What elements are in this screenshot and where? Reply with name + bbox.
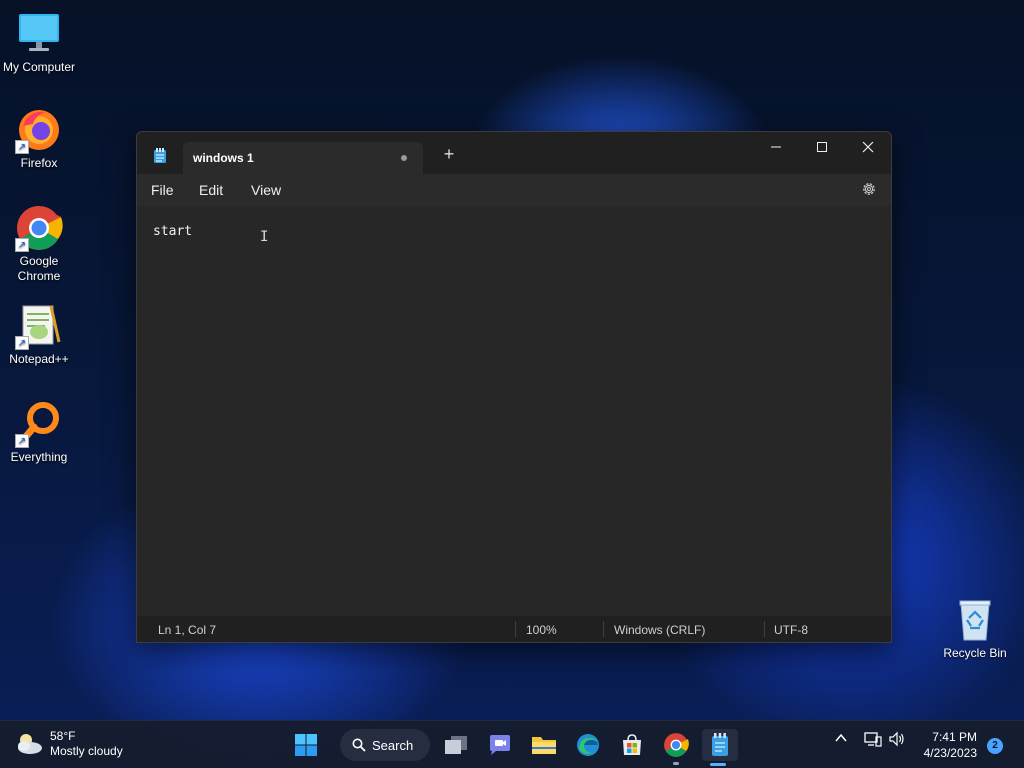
weather-temperature: 58°F (50, 729, 76, 743)
status-divider (515, 621, 516, 637)
clock[interactable]: 7:41 PM 4/23/2023 (924, 729, 977, 761)
windows-logo-icon (295, 734, 317, 756)
network-icon (864, 732, 882, 747)
notepad-window[interactable]: windows 1 + File Edit View start I Ln 1,… (136, 131, 892, 643)
desktop-icon-recycle-bin[interactable]: Recycle Bin (936, 596, 1014, 661)
notepad-plus-plus-icon: ↗ (15, 302, 63, 350)
text-editor-area[interactable]: start I (137, 206, 891, 618)
edge-icon (577, 734, 599, 756)
menu-edit[interactable]: Edit (199, 182, 223, 198)
search-label: Search (372, 737, 414, 753)
cloud-moon-icon (18, 734, 42, 754)
running-indicator (673, 762, 679, 765)
weather-description: Mostly cloudy (50, 744, 123, 758)
desktop-icon-label: Notepad++ (9, 352, 69, 366)
edge-browser-button[interactable] (572, 729, 604, 761)
minimize-icon (771, 146, 781, 148)
chrome-icon: ↗ (15, 204, 63, 252)
status-divider (764, 621, 765, 637)
desktop-icon-label: Firefox (20, 156, 58, 170)
folder-icon (532, 737, 556, 754)
shortcut-arrow-icon: ↗ (15, 434, 29, 448)
desktop-icon-firefox[interactable]: ↗ Firefox (0, 106, 78, 171)
maximize-button[interactable] (799, 132, 845, 162)
notepad-icon (712, 733, 728, 756)
show-hidden-icons-button[interactable] (834, 731, 848, 748)
start-button[interactable] (290, 729, 322, 761)
line-ending: Windows (CRLF) (614, 623, 706, 637)
text-cursor-icon: I (260, 229, 269, 245)
shortcut-arrow-icon: ↗ (15, 140, 29, 154)
unsaved-dot-icon[interactable] (401, 155, 407, 161)
firefox-icon: ↗ (15, 106, 63, 154)
menu-bar: File Edit View (137, 174, 891, 206)
editor-text: start (153, 224, 193, 239)
zoom-level: 100% (526, 623, 557, 637)
weather-widget[interactable]: 58°F Mostly cloudy (14, 729, 123, 759)
desktop-icon-label: Recycle Bin (943, 646, 1007, 660)
document-tab[interactable]: windows 1 (183, 142, 423, 174)
title-bar[interactable]: windows 1 + (137, 132, 891, 174)
cursor-position: Ln 1, Col 7 (158, 623, 217, 637)
close-button[interactable] (845, 132, 891, 162)
microsoft-store-button[interactable] (616, 729, 648, 761)
menu-file[interactable]: File (151, 182, 174, 198)
chat-icon (490, 735, 510, 755)
clock-time: 7:41 PM (932, 730, 977, 744)
file-explorer-button[interactable] (528, 729, 560, 761)
chevron-up-icon (835, 733, 847, 742)
notification-badge[interactable]: 2 (987, 738, 1003, 754)
close-icon (862, 141, 874, 153)
shortcut-arrow-icon: ↗ (15, 336, 29, 350)
notepad-taskbar-button[interactable] (702, 729, 738, 761)
clock-date: 4/23/2023 (923, 746, 977, 760)
desktop-icon-google-chrome[interactable]: ↗ Google Chrome (0, 204, 78, 284)
desktop-icon-label: My Computer (2, 60, 76, 74)
encoding: UTF-8 (774, 623, 808, 637)
monitor-icon (15, 10, 63, 58)
new-tab-button[interactable]: + (439, 144, 459, 165)
desktop-icon-notepad-plus-plus[interactable]: ↗ Notepad++ (0, 302, 78, 367)
search-icon (352, 738, 366, 752)
taskbar: 58°F Mostly cloudy Search 7:41 PM 4/23/2… (0, 720, 1024, 768)
task-view-button[interactable] (440, 729, 472, 761)
store-icon (623, 734, 641, 755)
network-status-button[interactable] (864, 731, 882, 750)
tab-title: windows 1 (193, 151, 254, 165)
desktop-icon-label: Google Chrome (17, 254, 61, 283)
teams-chat-button[interactable] (484, 729, 516, 761)
desktop-icon-label: Everything (10, 450, 68, 464)
active-app-indicator (710, 763, 726, 766)
chrome-taskbar-button[interactable] (660, 729, 692, 761)
status-bar: Ln 1, Col 7 100% Windows (CRLF) UTF-8 (137, 616, 891, 642)
volume-button[interactable] (888, 731, 906, 750)
settings-gear-icon[interactable] (861, 181, 877, 200)
maximize-icon (817, 142, 827, 152)
chrome-icon (664, 733, 689, 757)
minimize-button[interactable] (753, 132, 799, 162)
everything-search-icon: ↗ (15, 400, 63, 448)
recycle-bin-icon (951, 596, 999, 644)
task-view-icon (445, 736, 467, 754)
status-divider (603, 621, 604, 637)
taskbar-search-button[interactable]: Search (340, 729, 430, 761)
desktop-icon-everything[interactable]: ↗ Everything (0, 400, 78, 465)
speaker-icon (889, 731, 904, 747)
menu-view[interactable]: View (251, 182, 281, 198)
shortcut-arrow-icon: ↗ (15, 238, 29, 252)
notepad-app-icon (153, 148, 167, 164)
desktop-icon-my-computer[interactable]: My Computer (0, 10, 78, 75)
